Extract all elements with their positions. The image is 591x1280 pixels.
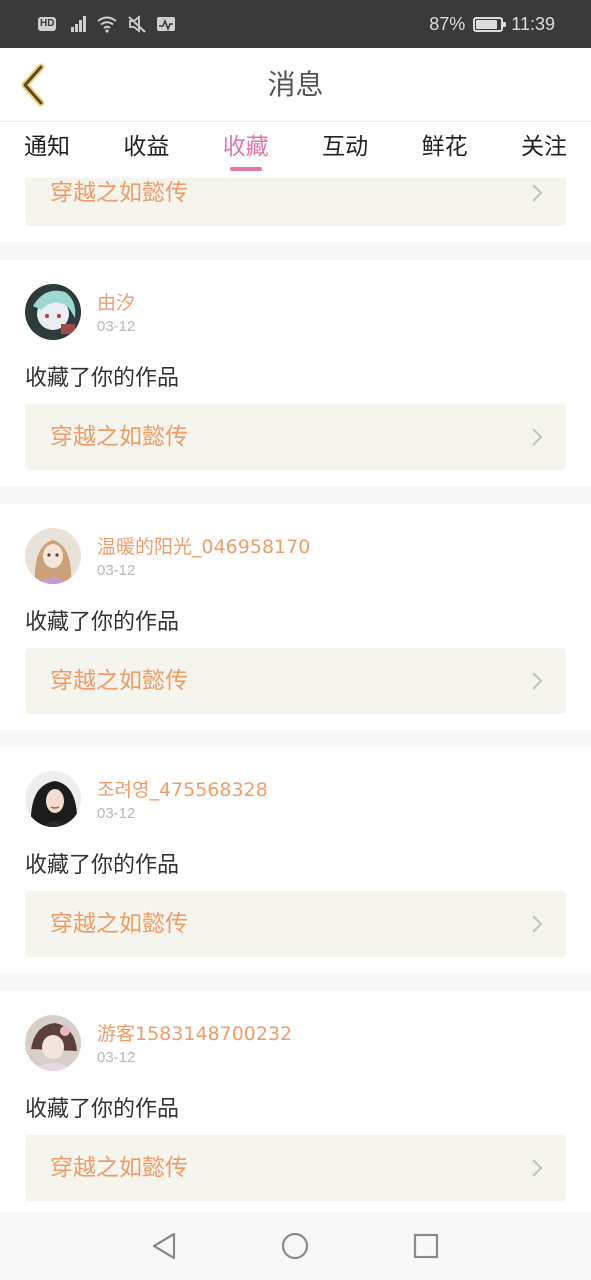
battery-icon (473, 16, 507, 32)
chevron-left-icon (21, 63, 45, 107)
nav-recents-button[interactable] (408, 1228, 444, 1264)
username[interactable]: 조려영_475568328 (97, 775, 268, 802)
username[interactable]: 温暖的阳光_046958170 (97, 532, 310, 559)
work-link[interactable]: 穿越之如懿传 (25, 891, 566, 957)
signal-icon (71, 16, 87, 32)
avatar[interactable] (25, 528, 81, 584)
list-item: 조려영_475568328 03-12 收藏了你的作品 穿越之如懿传 (0, 747, 591, 973)
page-title: 消息 (267, 68, 324, 101)
chevron-right-icon (532, 1159, 543, 1177)
timestamp: 03-12 (97, 805, 136, 822)
chevron-right-icon (532, 915, 543, 933)
home-circle-icon (281, 1232, 309, 1260)
username[interactable]: 游客1583148700232 (97, 1019, 292, 1046)
status-icons-left: HD (38, 14, 176, 34)
action-text: 收藏了你的作品 (25, 853, 180, 878)
tab-favorites[interactable]: 收藏 (223, 122, 269, 178)
timestamp: 03-12 (97, 562, 136, 579)
work-title: 穿越之如懿传 (50, 668, 188, 694)
avatar[interactable] (25, 1015, 81, 1071)
timestamp: 03-12 (97, 1049, 136, 1066)
work-link[interactable]: 穿越之如懿传 (25, 648, 566, 714)
work-title: 穿越之如懿传 (50, 424, 188, 450)
battery-level-fill (476, 19, 498, 29)
hd-icon: HD (38, 17, 57, 31)
action-text: 收藏了你的作品 (25, 610, 180, 635)
tab-earnings[interactable]: 收益 (123, 122, 169, 178)
tab-interactions[interactable]: 互动 (322, 122, 368, 178)
system-nav-bar (0, 1212, 591, 1280)
tab-flowers[interactable]: 鲜花 (422, 122, 468, 178)
notification-list[interactable]: 穿越之如懿传 由汐 03-12 收藏了你的作品 穿越之如懿传 温暖的阳光_046… (0, 178, 591, 1212)
activity-icon (157, 17, 176, 32)
app-header: 消息 (0, 48, 591, 122)
list-item: 由汐 03-12 收藏了你的作品 穿越之如懿传 (0, 260, 591, 486)
chevron-right-icon (532, 672, 543, 690)
avatar[interactable] (25, 771, 81, 827)
work-link[interactable]: 穿越之如懿传 (25, 178, 566, 226)
list-item: 温暖的阳光_046958170 03-12 收藏了你的作品 穿越之如懿传 (0, 504, 591, 730)
avatar[interactable] (25, 284, 81, 340)
nav-home-button[interactable] (277, 1228, 313, 1264)
tab-bar: 通知 收益 收藏 互动 鲜花 关注 (0, 122, 591, 178)
work-title: 穿越之如懿传 (50, 180, 188, 206)
list-item-partial: 穿越之如懿传 (0, 178, 591, 242)
mute-icon (128, 15, 147, 33)
username[interactable]: 由汐 (97, 288, 135, 315)
action-text: 收藏了你的作品 (25, 1097, 180, 1122)
recents-square-icon (413, 1233, 439, 1259)
work-link[interactable]: 穿越之如懿传 (25, 404, 566, 470)
back-button[interactable] (8, 60, 58, 110)
work-title: 穿越之如懿传 (50, 911, 188, 937)
chevron-right-icon (532, 184, 543, 202)
status-bar: HD 87% 11:39 (0, 0, 591, 48)
back-triangle-icon (152, 1232, 176, 1260)
work-title: 穿越之如懿传 (50, 1155, 188, 1181)
list-item: 游客1583148700232 03-12 收藏了你的作品 穿越之如懿传 (0, 991, 591, 1212)
status-icons-right: 87% 11:39 (429, 12, 555, 36)
tab-follows[interactable]: 关注 (521, 122, 567, 178)
wifi-icon (97, 16, 118, 33)
tab-notifications[interactable]: 通知 (24, 122, 70, 178)
clock: 11:39 (511, 13, 555, 34)
nav-back-button[interactable] (146, 1228, 182, 1264)
timestamp: 03-12 (97, 318, 136, 335)
work-link[interactable]: 穿越之如懿传 (25, 1135, 566, 1201)
battery-percent: 87% (429, 13, 466, 34)
chevron-right-icon (532, 428, 543, 446)
action-text: 收藏了你的作品 (25, 366, 180, 391)
